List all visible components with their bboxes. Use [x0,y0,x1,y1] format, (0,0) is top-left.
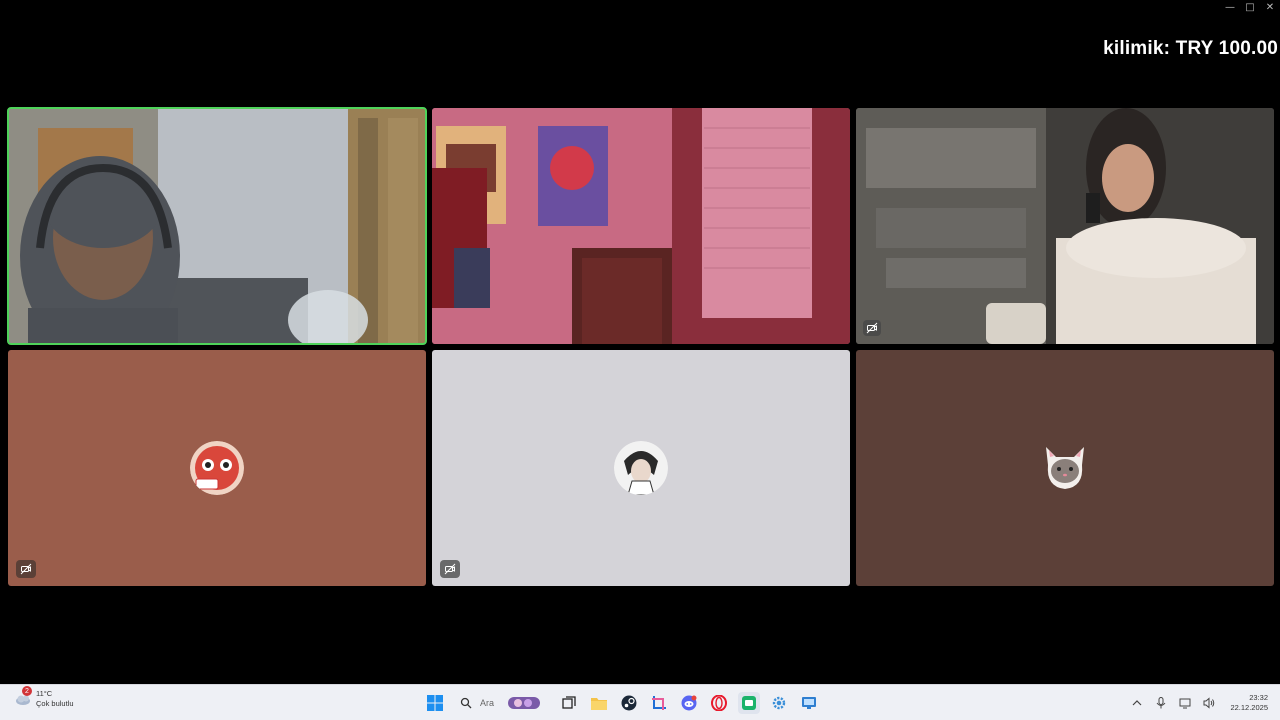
camera-feed-2 [432,108,850,344]
steam-icon [621,695,637,711]
system-tray: 23:32 22.12.2025 [1130,689,1268,717]
discord-icon [681,695,697,711]
participant-avatar-2 [614,441,668,495]
participant-avatar-1 [190,441,244,495]
search-placeholder: Ara [480,698,495,708]
desktop: — □ ✕ kilimik: TRY 100.00 2 11°C Çok bul… [0,0,1280,720]
microphone-icon[interactable] [1154,696,1168,710]
camera-off-icon [20,563,32,575]
weather-desc: Çok bulutlu [36,699,74,708]
monitor-icon [802,697,816,709]
video-grid [7,107,1274,586]
video-tile-2[interactable] [432,108,850,344]
weather-text: 11°C Çok bulutlu [36,689,74,709]
video-tile-1[interactable] [7,107,427,345]
taskbar-clock[interactable]: 23:32 22.12.2025 [1230,693,1268,713]
snipping-icon [652,696,666,710]
settings-app-button[interactable] [768,692,790,714]
camera-feed-3 [856,108,1274,344]
network-icon[interactable] [1178,696,1192,710]
close-button[interactable]: ✕ [1260,0,1280,14]
steam-button[interactable] [618,692,640,714]
window-controls: — □ ✕ [1220,0,1280,14]
video-tile-5[interactable] [432,350,850,586]
active-app-button[interactable] [738,692,760,714]
app-icon [742,696,756,710]
camera-off-indicator [16,560,36,578]
donation-overlay: kilimik: TRY 100.00 [1103,38,1278,59]
camera-off-indicator [863,320,881,336]
snipping-tool-button[interactable] [648,692,670,714]
volume-icon[interactable] [1202,696,1216,710]
camera-feed-1 [8,108,426,344]
file-explorer-button[interactable] [588,692,610,714]
start-button[interactable] [424,692,446,714]
folder-icon [591,698,607,710]
opera-button[interactable] [708,692,730,714]
taskbar-apps: Ara [424,689,820,717]
participant-avatar-3 [1038,441,1092,495]
taskbar: 2 11°C Çok bulutlu Ara 23:32 22.12.2025 [0,684,1280,720]
cloud-icon: 2 [14,686,32,708]
game-widget-icon [508,697,541,709]
opera-icon [711,695,727,711]
clock-time: 23:32 [1249,693,1268,702]
camera-off-icon [444,563,456,575]
discord-button[interactable] [678,692,700,714]
video-tile-6[interactable] [856,350,1274,586]
clock-date: 22.12.2025 [1230,703,1268,712]
video-tile-4[interactable] [8,350,426,586]
maximize-button[interactable]: □ [1240,0,1260,14]
minimize-button[interactable]: — [1220,0,1240,14]
camera-off-indicator [440,560,460,578]
chevron-up-icon[interactable] [1130,696,1144,710]
notification-badge: 2 [22,686,32,696]
gear-icon [772,696,786,710]
remote-desktop-button[interactable] [798,692,820,714]
video-tile-3[interactable] [856,108,1274,344]
search-icon [460,697,472,709]
task-view-button[interactable] [558,692,580,714]
camera-off-icon [866,322,878,334]
taskbar-search[interactable]: Ara [454,691,550,715]
task-view-icon [562,696,576,709]
weather-temp: 11°C [36,689,53,698]
windows-icon [427,695,443,711]
weather-widget[interactable]: 2 11°C Çok bulutlu [14,686,74,709]
